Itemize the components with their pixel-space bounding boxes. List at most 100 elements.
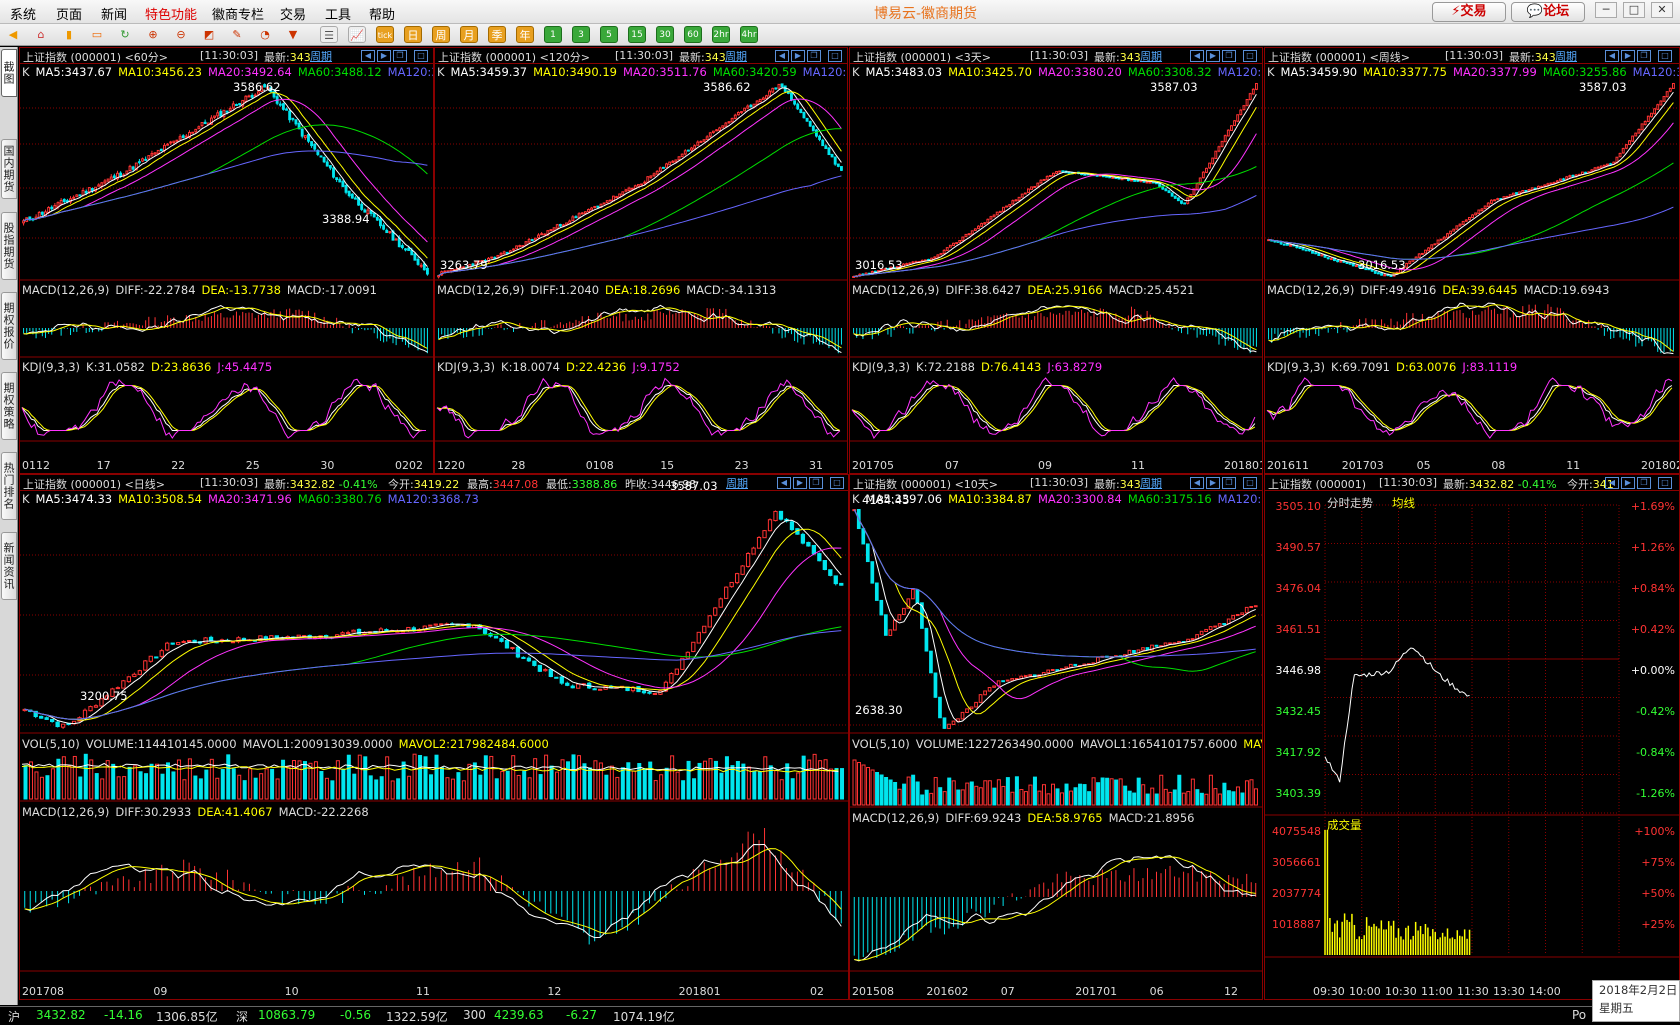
alert-icon[interactable]: ◔ (256, 26, 274, 43)
next-icon[interactable]: ▶ (791, 50, 805, 62)
draw-icon[interactable]: ✎ (228, 26, 246, 43)
prev-icon[interactable]: ◀ (777, 477, 791, 489)
tab-index-futures[interactable]: 股指期货 (1, 212, 17, 280)
period-quarter-button[interactable]: 季 (488, 26, 506, 43)
maximize-icon[interactable]: □ (1623, 2, 1645, 18)
period-30-button[interactable]: 30 (656, 26, 674, 43)
notes-icon[interactable]: ▮ (60, 26, 78, 43)
tab-option-strategy[interactable]: 期权策略 (1, 372, 17, 440)
maximize-panel-icon[interactable]: □ (828, 50, 842, 62)
period-day-button[interactable]: 日 (404, 26, 422, 43)
volume-bar (870, 769, 875, 806)
tab-news[interactable]: 新闻资讯 (1, 532, 17, 600)
period-link[interactable]: 周期 (1555, 48, 1577, 64)
tab-screenshot[interactable]: 截图 (1, 49, 17, 97)
next-icon[interactable]: ▶ (1621, 477, 1635, 489)
next-icon[interactable]: ▶ (377, 50, 391, 62)
minimize-icon[interactable]: ─ (1595, 2, 1617, 18)
forum-button[interactable]: 💬论坛 (1511, 2, 1585, 22)
kline-candle (1304, 249, 1308, 252)
volume-bar (555, 771, 560, 800)
menu-page[interactable]: 页面 (56, 4, 82, 23)
prev-icon[interactable]: ◀ (1190, 477, 1204, 489)
chart-panel-60min[interactable]: 上证指数 (000001) <60分> [11:30:03] 最新:343 周期… (19, 47, 434, 474)
tab-domestic-futures[interactable]: 国内期货 (1, 139, 17, 199)
period-link[interactable]: 周期 (725, 48, 747, 64)
volume-bar (653, 780, 658, 800)
period-15-button[interactable]: 15 (628, 26, 646, 43)
restore-icon[interactable]: ❐ (809, 477, 823, 489)
zoom-out-icon[interactable]: ⊖ (172, 26, 190, 43)
chart-panel-weekly[interactable]: 上证指数 (000001) <周线> [11:30:03] 最新:343 周期 … (1264, 47, 1680, 474)
macd-dea-line (438, 307, 842, 349)
chart-panel-daily[interactable]: 上证指数 (000001) <日线> [11:30:03] 最新:3432.82… (19, 474, 849, 1000)
period-60-button[interactable]: 60 (684, 26, 702, 43)
prev-icon[interactable]: ◀ (1605, 477, 1619, 489)
next-icon[interactable]: ▶ (793, 477, 807, 489)
period-1-button[interactable]: 1 (544, 26, 562, 43)
period-4hr-button[interactable]: 4hr (740, 26, 758, 43)
maximize-panel-icon[interactable]: □ (830, 477, 844, 489)
chart-panel-intraday[interactable]: 上证指数 (000001) [11:30:03] 最新:3432.82 -0.4… (1264, 474, 1680, 1000)
tick-icon[interactable]: tick (376, 26, 394, 43)
period-2hr-button[interactable]: 2hr (712, 26, 730, 43)
period-link[interactable]: 周期 (310, 48, 332, 64)
period-link[interactable]: 周期 (1140, 475, 1162, 491)
x-axis-label: 11 (1566, 459, 1581, 472)
period-week-button[interactable]: 周 (432, 26, 450, 43)
restore-icon[interactable]: ❐ (1222, 477, 1236, 489)
prev-icon[interactable]: ◀ (361, 50, 375, 62)
chart-panel-10day[interactable]: 上证指数 (000001) <10天> [11:30:03] 最新:343 周期… (849, 474, 1263, 1000)
restore-icon[interactable]: ❐ (1222, 50, 1236, 62)
maximize-panel-icon[interactable]: □ (1243, 50, 1257, 62)
kline-candle (344, 184, 348, 195)
close-icon[interactable]: ✕ (1651, 2, 1673, 18)
menu-trade[interactable]: 交易 (280, 4, 306, 23)
restore-icon[interactable]: ❐ (1637, 50, 1651, 62)
maximize-panel-icon[interactable]: □ (1658, 477, 1672, 489)
maximize-panel-icon[interactable]: □ (414, 50, 428, 62)
kline-candle (652, 172, 656, 178)
list-icon[interactable]: ☰ (320, 26, 338, 43)
period-year-button[interactable]: 年 (516, 26, 534, 43)
quote-icon[interactable]: ▭ (88, 26, 106, 43)
menu-tools[interactable]: 工具 (325, 4, 351, 23)
prev-icon[interactable]: ◀ (1190, 50, 1204, 62)
filter-icon[interactable]: ▼ (284, 26, 302, 43)
trade-button[interactable]: ⚡交易 (1432, 2, 1506, 22)
home-icon[interactable]: ⌂ (32, 26, 50, 43)
zoom-in-icon[interactable]: ⊕ (144, 26, 162, 43)
tab-hot-ranking[interactable]: 热门排名 (1, 452, 17, 520)
prev-icon[interactable]: ◀ (775, 50, 789, 62)
period-link[interactable]: 周期 (726, 475, 748, 491)
back-icon[interactable]: ◀ (4, 26, 22, 43)
kline-candle (416, 256, 420, 266)
layout-icon[interactable]: ◩ (200, 26, 218, 43)
period-month-button[interactable]: 月 (460, 26, 478, 43)
next-icon[interactable]: ▶ (1206, 50, 1220, 62)
menu-features[interactable]: 特色功能 (145, 4, 197, 23)
restore-icon[interactable]: ❐ (1637, 477, 1651, 489)
menu-help[interactable]: 帮助 (369, 4, 395, 23)
period-5-button[interactable]: 5 (600, 26, 618, 43)
prev-icon[interactable]: ◀ (1605, 50, 1619, 62)
restore-icon[interactable]: ❐ (807, 50, 821, 62)
menu-huishang[interactable]: 徽商专栏 (212, 4, 264, 23)
tab-option-quotes[interactable]: 期权报价 (1, 292, 17, 360)
kline-candle (353, 196, 357, 200)
chart-panel-3day[interactable]: 上证指数 (000001) <3天> [11:30:03] 最新:343 周期 … (849, 47, 1263, 474)
menu-news[interactable]: 新闻 (101, 4, 127, 23)
next-icon[interactable]: ▶ (1206, 477, 1220, 489)
menu-system[interactable]: 系统 (10, 4, 36, 23)
maximize-panel-icon[interactable]: □ (1658, 50, 1672, 62)
kline-candle (419, 262, 423, 269)
next-icon[interactable]: ▶ (1621, 50, 1635, 62)
period-3-button[interactable]: 3 (572, 26, 590, 43)
maximize-panel-icon[interactable]: □ (1243, 477, 1257, 489)
refresh-icon[interactable]: ↻ (116, 26, 134, 43)
kline-candle (865, 543, 870, 563)
kline-icon[interactable]: 📈 (348, 26, 366, 43)
chart-panel-120min[interactable]: 上证指数 (000001) <120分> [11:30:03] 最新:343 周… (434, 47, 848, 474)
period-link[interactable]: 周期 (1140, 48, 1162, 64)
restore-icon[interactable]: ❐ (393, 50, 407, 62)
